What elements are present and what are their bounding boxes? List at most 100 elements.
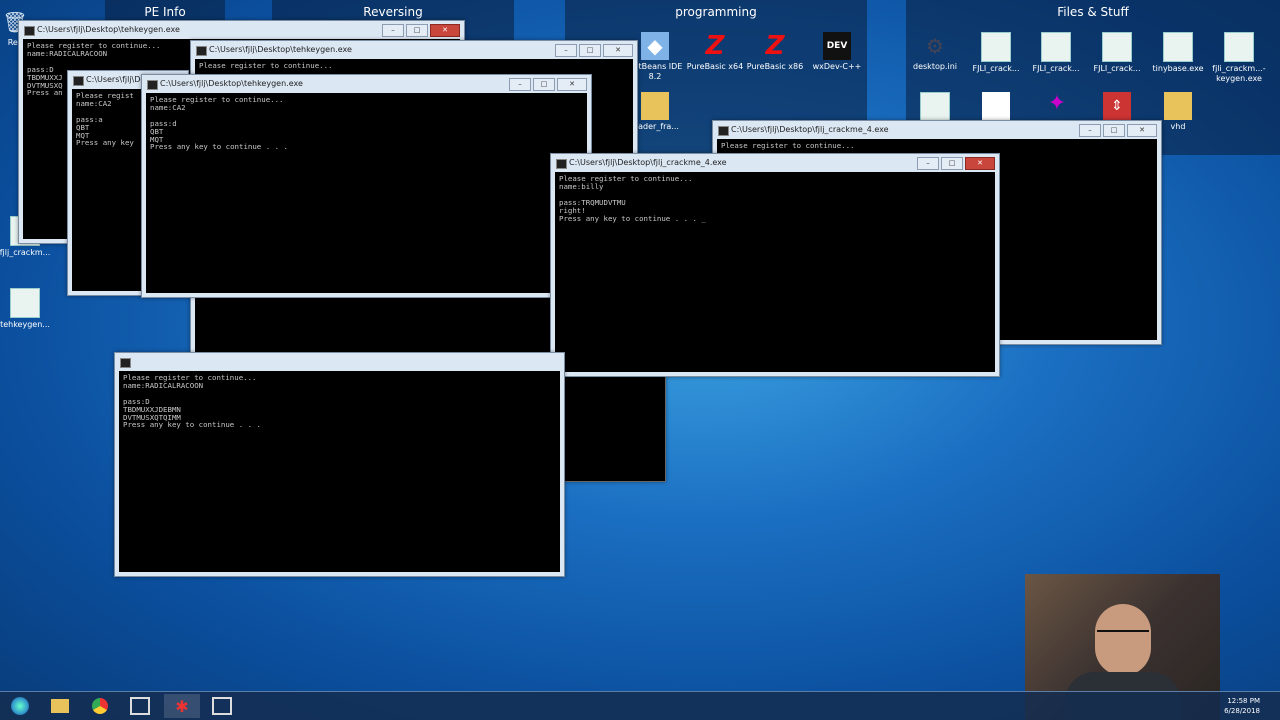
file-icon: [1224, 32, 1254, 62]
desktop-icon-wxdev[interactable]: DEV wxDev-C++: [808, 32, 866, 72]
desktop-icon-arrow[interactable]: ⇕: [1088, 92, 1146, 122]
icon-label: wxDev-C++: [812, 62, 862, 71]
desktop-icon-fjli-2[interactable]: FJLI_crack...: [1027, 32, 1085, 74]
desktop-icon-fjli-1[interactable]: FJLI_crack...: [967, 32, 1025, 74]
desktop-icon-purebasic-x64[interactable]: Z PureBasic x64: [686, 32, 744, 72]
minimize-button[interactable]: –: [917, 157, 939, 170]
icon-label: tehkeygen...: [0, 320, 50, 329]
console-window-tehkeygen-5[interactable]: Please register to continue... name:RADI…: [114, 352, 565, 577]
close-button[interactable]: ✕: [557, 78, 587, 91]
windows-logo-icon: [11, 697, 29, 715]
console-window-tehkeygen-4[interactable]: C:\Users\fjlj\Desktop\tehkeygen.exe – □ ✕ …: [141, 74, 592, 298]
console-icon: [73, 76, 84, 86]
folder-icon: [1164, 92, 1192, 120]
desktop-icon-tehkeygen[interactable]: tehkeygen...: [0, 288, 54, 330]
desktop-icon-wizard[interactable]: ✦: [1028, 90, 1086, 120]
close-button[interactable]: ✕: [1127, 124, 1157, 137]
desktop-icon-tinybase[interactable]: tinybase.exe: [1149, 32, 1207, 74]
taskbar-console[interactable]: [204, 694, 240, 718]
file-icon: [981, 32, 1011, 62]
close-button[interactable]: ✕: [603, 44, 633, 57]
arrow-icon: ⇕: [1103, 92, 1131, 120]
window-title: C:\Users\fjlj\De: [86, 75, 146, 84]
desktop-icon-desktop-ini[interactable]: ⚙ desktop.ini: [906, 32, 964, 72]
maximize-button[interactable]: □: [406, 24, 428, 37]
icon-label: desktop.ini: [913, 62, 957, 71]
clock-date: 6/28/2018: [1224, 707, 1260, 715]
bug-icon: ✱: [175, 696, 189, 716]
window-title: C:\Users\fjlj\Desktop\fjlj_crackme_4.exe: [731, 125, 889, 134]
minimize-button[interactable]: –: [382, 24, 404, 37]
console-window-dark-back: [560, 372, 666, 482]
taskbar-ida[interactable]: ✱: [164, 694, 200, 718]
purebasic-icon: Z: [765, 31, 785, 61]
window-title: C:\Users\fjlj\Desktop\tehkeygen.exe: [160, 79, 303, 88]
clock-time: 12:58 PM: [1227, 697, 1260, 705]
window-titlebar[interactable]: C:\Users\fjlj\Desktop\fjlj_crackme_4.exe…: [713, 121, 1161, 139]
console-output[interactable]: Please register to continue... name:CA2 …: [146, 93, 587, 293]
presenter-glasses: [1097, 630, 1149, 642]
icon-label: FJLI_crack...: [1093, 64, 1141, 73]
file-icon: [1102, 32, 1132, 62]
maximize-button[interactable]: □: [1103, 124, 1125, 137]
start-button[interactable]: [2, 694, 38, 718]
minimize-button[interactable]: –: [509, 78, 531, 91]
file-icon: [1163, 32, 1193, 62]
fence-title: Reversing: [363, 5, 423, 19]
icon-label: fjli_crackm...-keygen.exe: [1212, 64, 1266, 83]
minimize-button[interactable]: –: [1079, 124, 1101, 137]
console-icon: [718, 126, 729, 136]
icon-label: FJLI_crack...: [1032, 64, 1080, 73]
icon-label: tinybase.exe: [1152, 64, 1204, 73]
console-output[interactable]: Please register to continue... name:RADI…: [119, 371, 560, 572]
gear-icon: ⚙: [926, 34, 944, 58]
wxdev-icon: DEV: [823, 32, 851, 60]
console-icon: [556, 159, 567, 169]
document-icon: [982, 92, 1010, 120]
system-clock[interactable]: 12:58 PM 6/28/2018: [1224, 696, 1260, 716]
close-button[interactable]: ✕: [430, 24, 460, 37]
purebasic-icon: Z: [705, 31, 725, 61]
window-titlebar[interactable]: C:\Users\fjlj\Desktop\tehkeygen.exe – □ ✕: [191, 41, 637, 59]
window-title: C:\Users\fjlj\Desktop\fjlj_crackme_4.exe: [569, 158, 727, 167]
window-titlebar[interactable]: C:\Users\fjlj\Desktop\tehkeygen.exe – □ ✕: [19, 21, 464, 39]
icon-label: FJLI_crack...: [972, 64, 1020, 73]
window-titlebar[interactable]: [115, 353, 564, 371]
file-icon: [10, 288, 40, 318]
desktop-icon-fjli-3[interactable]: FJLI_crack...: [1088, 32, 1146, 74]
folder-icon: [51, 699, 69, 713]
file-icon: [1041, 32, 1071, 62]
fence-title: Files & Stuff: [1057, 5, 1129, 19]
wizard-icon: ✦: [1047, 91, 1067, 116]
taskbar-explorer[interactable]: [42, 694, 78, 718]
folder-icon: [641, 92, 669, 120]
window-titlebar[interactable]: C:\Users\fjlj\Desktop\tehkeygen.exe – □ ✕: [142, 75, 591, 93]
taskbar-app[interactable]: [122, 694, 158, 718]
fence-title: PE Info: [144, 5, 186, 19]
icon-label: PureBasic x86: [746, 62, 804, 71]
console-window-crackme-front[interactable]: C:\Users\fjlj\Desktop\fjlj_crackme_4.exe…: [550, 153, 1000, 377]
console-icon: [120, 358, 131, 368]
icon-label: PureBasic x64: [686, 62, 744, 71]
window-icon: [130, 697, 150, 715]
console-output[interactable]: Please register to continue... name:bill…: [555, 172, 995, 372]
desktop-icon-keygen[interactable]: fjli_crackm...-keygen.exe: [1210, 32, 1268, 84]
window-title: C:\Users\fjlj\Desktop\tehkeygen.exe: [209, 45, 352, 54]
maximize-button[interactable]: □: [533, 78, 555, 91]
window-titlebar[interactable]: C:\Users\fjlj\Desktop\fjlj_crackme_4.exe…: [551, 154, 999, 172]
console-icon: [24, 26, 35, 36]
console-icon: [147, 80, 158, 90]
maximize-button[interactable]: □: [941, 157, 963, 170]
taskbar-chrome[interactable]: [82, 694, 118, 718]
netbeans-icon: ◆: [641, 32, 669, 60]
taskbar: ✱ 12:58 PM 6/28/2018: [0, 691, 1280, 720]
maximize-button[interactable]: □: [579, 44, 601, 57]
fence-title: programming: [675, 5, 757, 19]
desktop-icon-purebasic-x86[interactable]: Z PureBasic x86: [746, 32, 804, 72]
chrome-icon: [92, 698, 108, 714]
window-title: C:\Users\fjlj\Desktop\tehkeygen.exe: [37, 25, 180, 34]
file-icon: [920, 92, 950, 122]
close-button[interactable]: ✕: [965, 157, 995, 170]
minimize-button[interactable]: –: [555, 44, 577, 57]
desktop-icon-file-b[interactable]: [967, 92, 1025, 122]
